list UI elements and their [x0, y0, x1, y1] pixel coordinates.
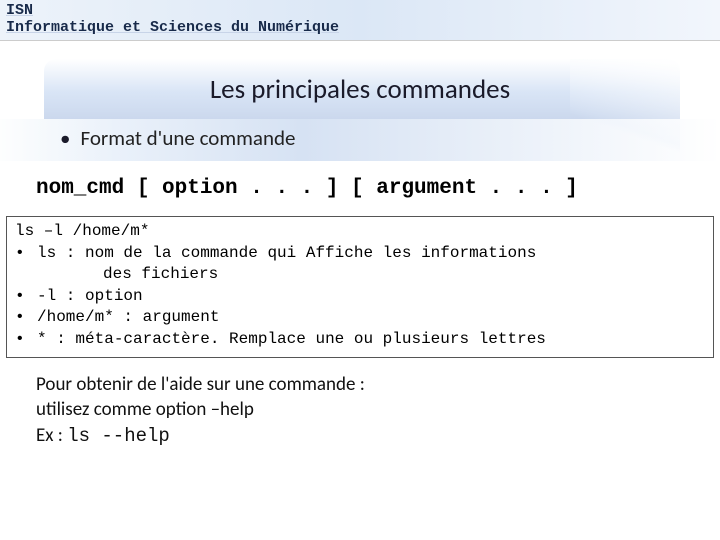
bullet-icon: •	[15, 307, 37, 329]
bullet-icon: •	[15, 243, 37, 265]
example-item-0-cont: des fichiers	[15, 264, 705, 286]
list-item: •ls : nom de la commande qui Affiche les…	[15, 243, 705, 265]
example-box: ls –l /home/m* •ls : nom de la commande …	[6, 216, 714, 358]
example-item-3: * : méta-caractère. Remplace une ou plus…	[37, 329, 546, 351]
bullet-icon: •	[15, 286, 37, 308]
example-item-0: ls : nom de la commande qui Affiche les …	[37, 243, 536, 265]
example-item-2: /home/m* : argument	[37, 307, 219, 329]
note-line-1: Pour obtenir de l'aide sur une commande …	[36, 372, 720, 398]
header-line-2: Informatique et Sciences du Numérique	[6, 19, 714, 36]
bullet-text: Format d'une commande	[80, 125, 295, 151]
example-command: ls –l /home/m*	[15, 221, 705, 243]
title-band: Les principales commandes	[0, 59, 720, 119]
note-line-3: Ex : ls --help	[36, 423, 720, 450]
list-item: •-l : option	[15, 286, 705, 308]
slide-title: Les principales commandes	[0, 73, 720, 106]
help-note: Pour obtenir de l'aide sur une commande …	[36, 372, 720, 450]
header-line-1: ISN	[6, 2, 714, 19]
example-item-1: -l : option	[37, 286, 143, 308]
list-item: •/home/m* : argument	[15, 307, 705, 329]
note-line-2: utilisez comme option –help	[36, 397, 720, 423]
command-syntax: nom_cmd [ option . . . ] [ argument . . …	[0, 161, 720, 210]
slide-header: ISN Informatique et Sciences du Numériqu…	[0, 0, 720, 41]
bullet-format: • Format d'une commande	[0, 119, 720, 161]
list-item: •* : méta-caractère. Remplace une ou plu…	[15, 329, 705, 351]
bullet-icon: •	[15, 329, 37, 351]
bullet-dot-icon: •	[60, 125, 70, 151]
